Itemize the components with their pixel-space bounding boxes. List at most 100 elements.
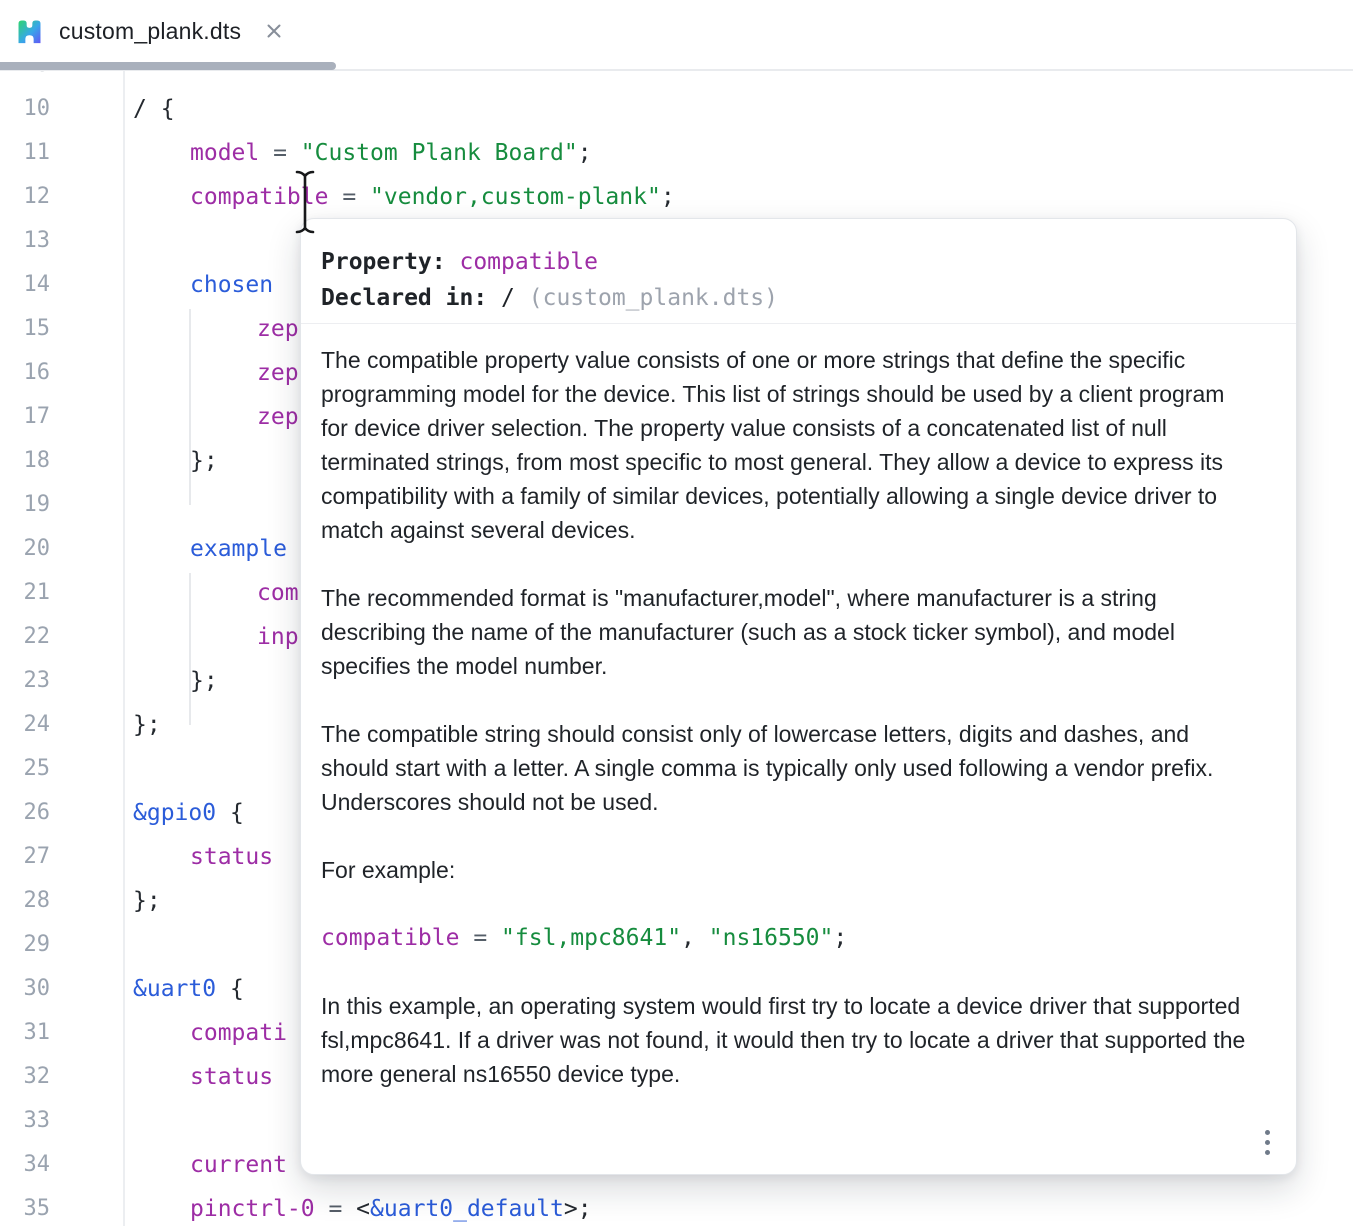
code-text: compati bbox=[190, 1011, 287, 1055]
code-token-prop: current bbox=[190, 1152, 287, 1178]
code-token-prop: pinctrl-0 bbox=[190, 1196, 315, 1222]
code-token-node: &gpio0 bbox=[133, 800, 216, 826]
code-token-node: &uart0 bbox=[133, 976, 216, 1002]
property-label: Property: bbox=[321, 249, 446, 275]
line-number: 30 bbox=[0, 967, 50, 1011]
indent-guide bbox=[189, 573, 191, 725]
code-text: pinctrl-0 = <&uart0_default>; bbox=[190, 1187, 592, 1226]
doc-paragraph: For example: bbox=[321, 853, 1254, 887]
tab-custom-plank-dts[interactable]: custom_plank.dts bbox=[0, 0, 336, 62]
code-token-node: &uart0_default bbox=[370, 1196, 564, 1222]
code-token-punct: }; bbox=[190, 448, 218, 474]
code-token-punct: { bbox=[216, 976, 244, 1002]
line-number: 35 bbox=[0, 1187, 50, 1226]
code-token-str: "fsl,mpc8641" bbox=[501, 925, 681, 951]
doc-code-example: compatible = "fsl,mpc8641", "ns16550"; bbox=[321, 921, 1254, 955]
line-number: 25 bbox=[0, 747, 50, 791]
doc-paragraph: The compatible property value consists o… bbox=[321, 343, 1254, 547]
code-text: chosen bbox=[190, 263, 273, 307]
line-number: 18 bbox=[0, 439, 50, 483]
code-token-prop: compati bbox=[190, 1020, 287, 1046]
line-number: 20 bbox=[0, 527, 50, 571]
line-number: 26 bbox=[0, 791, 50, 835]
popup-body: The compatible property value consists o… bbox=[301, 324, 1296, 1091]
tab-title: custom_plank.dts bbox=[59, 18, 241, 45]
code-text: status bbox=[190, 1055, 273, 1099]
property-value: compatible bbox=[459, 249, 597, 275]
code-text: }; bbox=[133, 879, 161, 923]
code-text: zep bbox=[257, 395, 299, 439]
line-number: 24 bbox=[0, 703, 50, 747]
line-number: 22 bbox=[0, 615, 50, 659]
code-token-prop: zep bbox=[257, 316, 299, 342]
code-token-op: = bbox=[315, 1196, 357, 1222]
more-actions-icon[interactable] bbox=[1254, 1122, 1280, 1162]
documentation-popup: Property: compatible Declared in: / (cus… bbox=[300, 218, 1297, 1175]
code-token-prop: com bbox=[257, 580, 299, 606]
code-text: model = "Custom Plank Board"; bbox=[190, 131, 592, 175]
line-number: 28 bbox=[0, 879, 50, 923]
code-text: }; bbox=[133, 703, 161, 747]
code-token-op: = bbox=[259, 140, 301, 166]
horizontal-scrollbar-thumb[interactable] bbox=[0, 62, 336, 70]
line-number: 32 bbox=[0, 1055, 50, 1099]
code-token-prop: inp bbox=[257, 624, 299, 650]
close-icon[interactable] bbox=[263, 20, 285, 42]
code-text: com bbox=[257, 571, 299, 615]
doc-paragraph: The compatible string should consist onl… bbox=[321, 717, 1254, 819]
code-token-str: "vendor,custom-plank" bbox=[370, 184, 661, 210]
tab-bar: custom_plank.dts bbox=[0, 0, 1353, 71]
code-token-punct: ; bbox=[661, 184, 675, 210]
line-number: 11 bbox=[0, 131, 50, 175]
code-text: compatible = "vendor,custom-plank"; bbox=[190, 175, 675, 219]
line-number: 21 bbox=[0, 571, 50, 615]
code-token-punct: < bbox=[356, 1196, 370, 1222]
code-text: / { bbox=[133, 87, 175, 131]
declared-label: Declared in: bbox=[321, 285, 487, 311]
code-token-punct: { bbox=[216, 800, 244, 826]
code-line[interactable]: 12compatible = "vendor,custom-plank"; bbox=[0, 175, 1353, 219]
code-text: status bbox=[190, 835, 273, 879]
code-token-prop: status bbox=[190, 844, 273, 870]
code-text: zep bbox=[257, 307, 299, 351]
code-token-str: "Custom Plank Board" bbox=[301, 140, 578, 166]
code-token-node: chosen bbox=[190, 272, 273, 298]
code-line[interactable]: 11 model = "Custom Plank Board"; bbox=[0, 131, 1353, 175]
code-text: current bbox=[190, 1143, 287, 1187]
code-token-punct: >; bbox=[564, 1196, 592, 1222]
code-token-node: example bbox=[190, 536, 287, 562]
code-token-prop: model bbox=[190, 140, 259, 166]
line-number: 29 bbox=[0, 923, 50, 967]
line-number: 15 bbox=[0, 307, 50, 351]
code-token-op: = bbox=[459, 925, 501, 951]
popup-property-row: Property: compatible bbox=[321, 244, 1276, 280]
code-token-punct: }; bbox=[133, 888, 161, 914]
code-line[interactable]: 9 bbox=[0, 71, 1353, 87]
code-token-prop: compatible bbox=[321, 925, 459, 951]
code-token-punct: ; bbox=[833, 925, 847, 951]
line-number: 34 bbox=[0, 1143, 50, 1187]
popup-header: Property: compatible Declared in: / (cus… bbox=[301, 219, 1296, 323]
declared-file: (custom_plank.dts) bbox=[529, 285, 778, 311]
doc-paragraph: The recommended format is "manufacturer,… bbox=[321, 581, 1254, 683]
code-token-str: "ns16550" bbox=[709, 925, 834, 951]
line-number: 10 bbox=[0, 87, 50, 131]
code-token-punct: , bbox=[681, 925, 709, 951]
code-text: &uart0 { bbox=[133, 967, 244, 1011]
line-number: 14 bbox=[0, 263, 50, 307]
line-number: 17 bbox=[0, 395, 50, 439]
line-number: 33 bbox=[0, 1099, 50, 1143]
code-text: example bbox=[190, 527, 287, 571]
line-number: 9 bbox=[0, 71, 50, 87]
code-token-prop: zep bbox=[257, 404, 299, 430]
code-text: zep bbox=[257, 351, 299, 395]
line-number: 23 bbox=[0, 659, 50, 703]
code-line[interactable]: 10 / { bbox=[0, 87, 1353, 131]
line-number: 31 bbox=[0, 1011, 50, 1055]
code-text: }; bbox=[190, 659, 218, 703]
line-number: 13 bbox=[0, 219, 50, 263]
code-token-punct: / { bbox=[133, 96, 175, 122]
line-number: 27 bbox=[0, 835, 50, 879]
code-token-prop: compatible bbox=[190, 184, 328, 210]
code-line[interactable]: 35 pinctrl-0 = <&uart0_default>; bbox=[0, 1187, 1353, 1226]
